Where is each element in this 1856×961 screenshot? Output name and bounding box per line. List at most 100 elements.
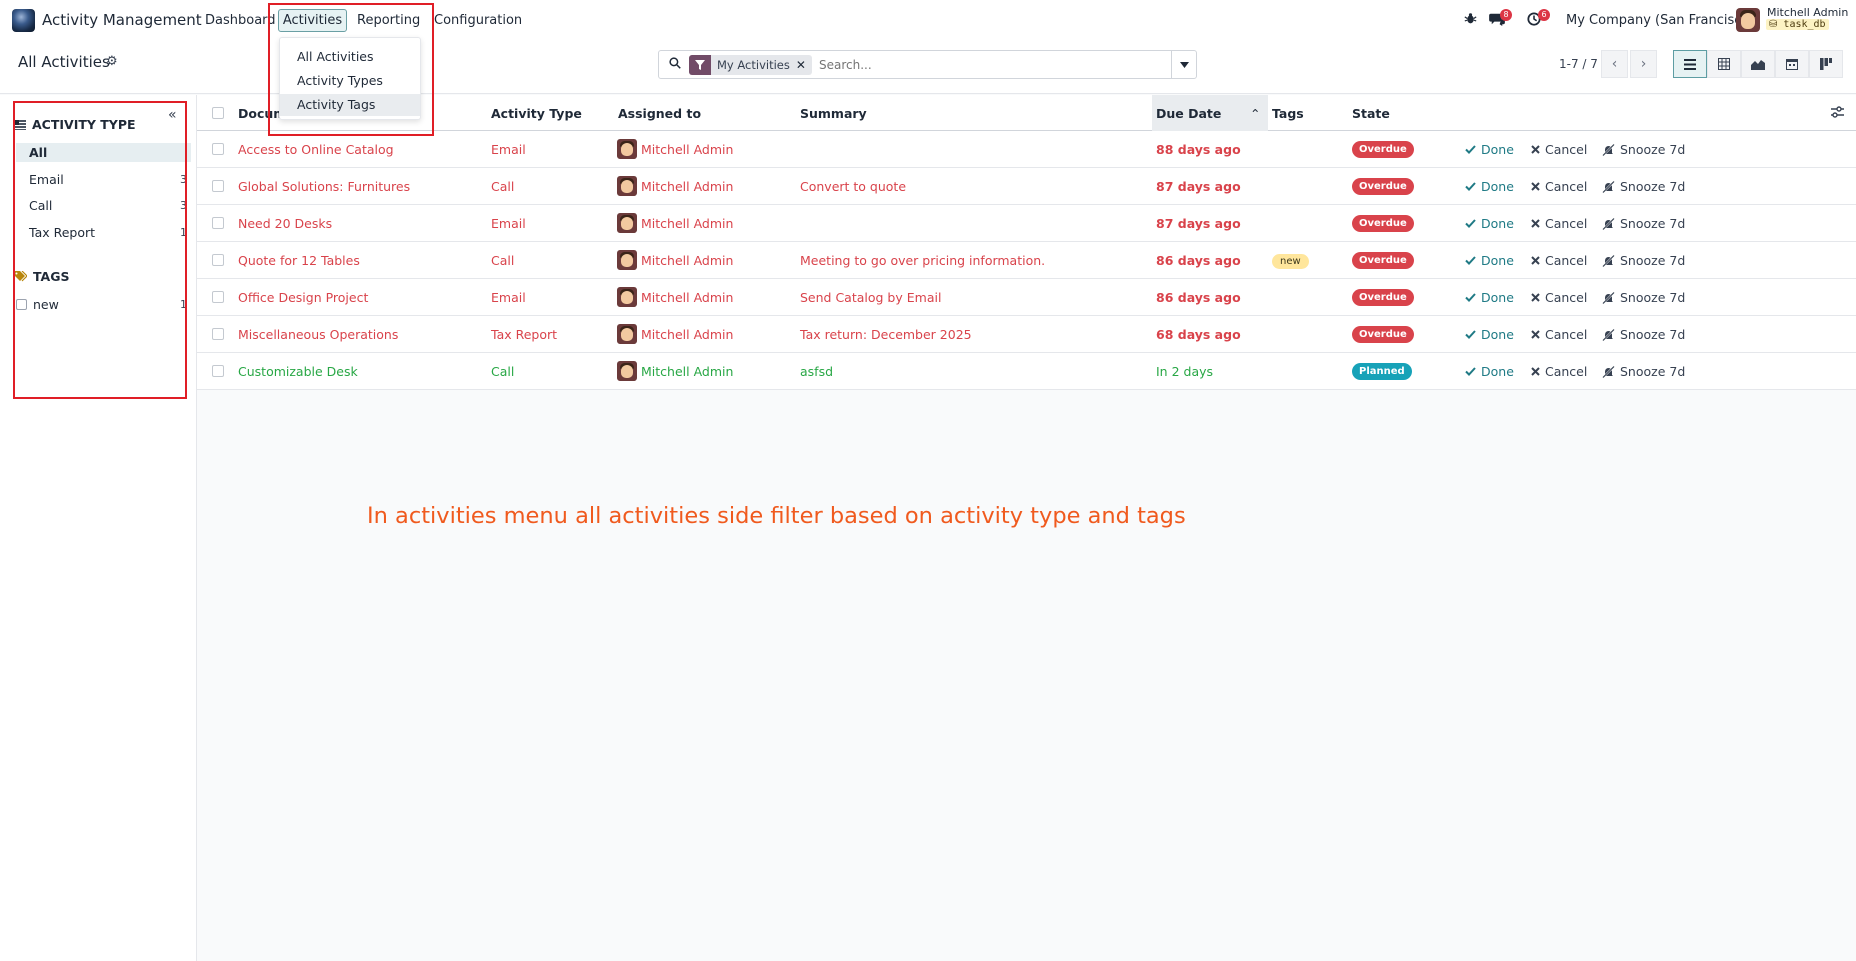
search-input[interactable] [819, 54, 1159, 75]
header-tags[interactable]: Tags [1272, 106, 1304, 121]
bug-icon[interactable] [1464, 12, 1477, 29]
optional-columns-icon[interactable] [1831, 106, 1844, 121]
table-row[interactable]: Quote for 12 Tables Call Mitchell Admin … [197, 242, 1856, 279]
assignee-name: Mitchell Admin [641, 178, 734, 194]
sidebar-type-item[interactable]: All [16, 143, 191, 162]
row-assignee[interactable]: Mitchell Admin [617, 250, 733, 270]
close-icon [1531, 330, 1540, 339]
remove-facet-icon[interactable]: ✕ [796, 58, 812, 72]
row-due-date: 88 days ago [1156, 142, 1241, 157]
row-checkbox[interactable] [212, 143, 224, 155]
table-row[interactable]: Need 20 Desks Email Mitchell Admin 87 da… [197, 205, 1856, 242]
header-assigned-to[interactable]: Assigned to [618, 106, 701, 121]
cancel-button[interactable]: Cancel [1531, 327, 1587, 342]
done-button[interactable]: Done [1465, 216, 1514, 231]
menu-activities[interactable]: Activities [278, 9, 347, 32]
done-button[interactable]: Done [1465, 327, 1514, 342]
row-document[interactable]: Customizable Desk [238, 364, 358, 379]
row-document[interactable]: Miscellaneous Operations [238, 327, 398, 342]
gear-icon[interactable]: ⚙ [106, 54, 118, 69]
search-bar[interactable]: My Activities ✕ [658, 50, 1172, 79]
pager-value[interactable]: 1-7 / 7 [1559, 57, 1598, 71]
cancel-button[interactable]: Cancel [1531, 142, 1587, 157]
done-button[interactable]: Done [1465, 290, 1514, 305]
table-row[interactable]: Access to Online Catalog Email Mitchell … [197, 131, 1856, 168]
snooze-button[interactable]: Snooze 7d [1602, 142, 1685, 157]
sidebar-type-item[interactable]: Tax Report 1 [16, 223, 191, 242]
dropdown-item-activity-tags[interactable]: Activity Tags [280, 94, 420, 116]
dropdown-item-all-activities[interactable]: All Activities [280, 46, 420, 68]
header-due-date[interactable]: Due Date [1156, 106, 1221, 121]
snooze-button[interactable]: Snooze 7d [1602, 364, 1685, 379]
menu-configuration[interactable]: Configuration [434, 13, 522, 28]
app-name[interactable]: Activity Management [42, 11, 202, 29]
table-row[interactable]: Customizable Desk Call Mitchell Admin as… [197, 353, 1856, 390]
row-checkbox[interactable] [212, 291, 224, 303]
row-checkbox[interactable] [212, 217, 224, 229]
row-document[interactable]: Need 20 Desks [238, 216, 332, 231]
view-calendar-button[interactable] [1775, 50, 1809, 78]
sidebar-type-count: 3 [180, 172, 187, 186]
view-kanban-button[interactable] [1809, 50, 1843, 78]
select-all-checkbox[interactable] [212, 107, 224, 119]
snooze-button[interactable]: Snooze 7d [1602, 179, 1685, 194]
table-row[interactable]: Miscellaneous Operations Tax Report Mitc… [197, 316, 1856, 353]
cancel-button[interactable]: Cancel [1531, 290, 1587, 305]
row-document[interactable]: Quote for 12 Tables [238, 253, 360, 268]
snooze-button[interactable]: Snooze 7d [1602, 327, 1685, 342]
header-summary[interactable]: Summary [800, 106, 867, 121]
row-assignee[interactable]: Mitchell Admin [617, 176, 733, 196]
row-checkbox[interactable] [212, 365, 224, 377]
row-assignee[interactable]: Mitchell Admin [617, 139, 733, 159]
cancel-button[interactable]: Cancel [1531, 179, 1587, 194]
snooze-button[interactable]: Snooze 7d [1602, 290, 1685, 305]
search-options-toggle[interactable] [1171, 50, 1197, 79]
cancel-button[interactable]: Cancel [1531, 253, 1587, 268]
done-button[interactable]: Done [1465, 364, 1514, 379]
table-header: Document Activity Type Assigned to Summa… [197, 95, 1856, 131]
row-assignee[interactable]: Mitchell Admin [617, 287, 733, 307]
header-state[interactable]: State [1352, 106, 1390, 121]
table-row[interactable]: Office Design Project Email Mitchell Adm… [197, 279, 1856, 316]
row-checkbox[interactable] [212, 328, 224, 340]
sidebar-type-item[interactable]: Email 3 [16, 170, 191, 189]
done-button[interactable]: Done [1465, 253, 1514, 268]
view-pivot-button[interactable] [1707, 50, 1741, 78]
pager-next-button[interactable]: › [1630, 50, 1657, 78]
dropdown-item-activity-types[interactable]: Activity Types [280, 70, 420, 92]
snooze-label: Snooze 7d [1620, 142, 1686, 157]
row-checkbox[interactable] [212, 180, 224, 192]
sort-ascending-icon[interactable]: ⌃ [1250, 106, 1260, 121]
user-avatar[interactable] [1736, 8, 1760, 32]
menu-dashboard[interactable]: Dashboard [205, 13, 276, 28]
row-assignee[interactable]: Mitchell Admin [617, 213, 733, 233]
done-button[interactable]: Done [1465, 179, 1514, 194]
sidebar-type-item[interactable]: Call 3 [16, 196, 191, 215]
cancel-button[interactable]: Cancel [1531, 216, 1587, 231]
menu-reporting[interactable]: Reporting [357, 13, 420, 28]
sidebar-tag-item[interactable]: new 1 [20, 295, 191, 314]
snooze-button[interactable]: Snooze 7d [1602, 253, 1685, 268]
row-due-date: 87 days ago [1156, 179, 1241, 194]
snooze-button[interactable]: Snooze 7d [1602, 216, 1685, 231]
company-switcher[interactable]: My Company (San Francisco) [1566, 13, 1754, 28]
state-badge: Overdue [1352, 141, 1414, 158]
pager-previous-button[interactable]: ‹ [1601, 50, 1628, 78]
header-activity-type[interactable]: Activity Type [491, 106, 582, 121]
collapse-sidebar-icon[interactable]: « [168, 107, 177, 123]
assignee-name: Mitchell Admin [641, 363, 734, 379]
user-name[interactable]: Mitchell Admin [1767, 6, 1848, 19]
view-graph-button[interactable] [1741, 50, 1775, 78]
cancel-button[interactable]: Cancel [1531, 364, 1587, 379]
row-document[interactable]: Access to Online Catalog [238, 142, 394, 157]
search-facet[interactable]: My Activities ✕ [689, 55, 812, 75]
row-document[interactable]: Global Solutions: Furnitures [238, 179, 410, 194]
table-row[interactable]: Global Solutions: Furnitures Call Mitche… [197, 168, 1856, 205]
view-list-button[interactable] [1673, 50, 1707, 78]
done-button[interactable]: Done [1465, 142, 1514, 157]
row-assignee[interactable]: Mitchell Admin [617, 361, 733, 381]
app-logo-icon[interactable] [12, 9, 35, 32]
row-checkbox[interactable] [212, 254, 224, 266]
row-assignee[interactable]: Mitchell Admin [617, 324, 733, 344]
row-document[interactable]: Office Design Project [238, 290, 368, 305]
